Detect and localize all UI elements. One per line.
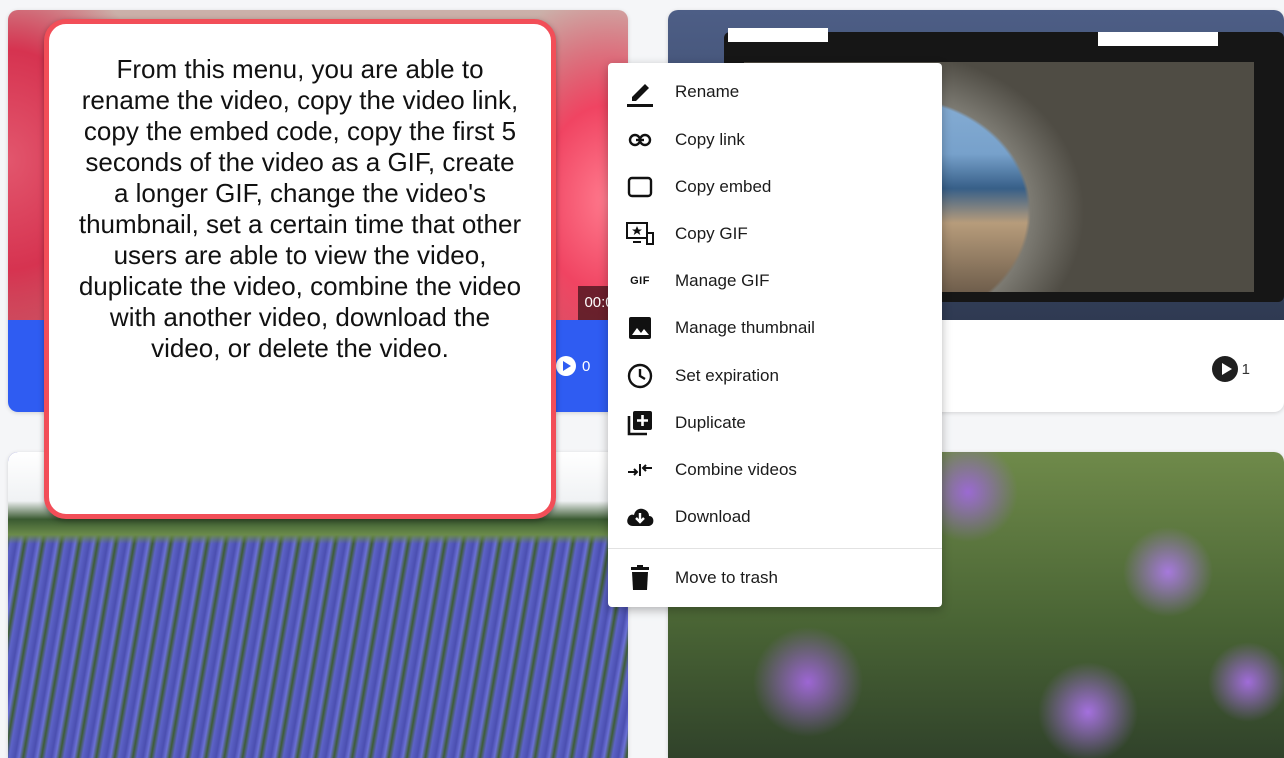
menu-item-rename[interactable]: Rename	[608, 68, 942, 115]
menu-item-manage-gif[interactable]: GIF Manage GIF	[608, 257, 942, 304]
combine-icon	[624, 454, 656, 486]
menu-item-duplicate[interactable]: Duplicate	[608, 399, 942, 446]
menu-item-download[interactable]: Download	[608, 493, 942, 540]
embed-icon	[624, 171, 656, 203]
menu-item-label: Manage GIF	[675, 270, 770, 290]
menu-item-label: Manage thumbnail	[675, 317, 815, 337]
menu-item-label: Rename	[675, 81, 740, 101]
view-count: 0	[556, 356, 590, 376]
callout-text: From this menu, you are able to rename t…	[78, 54, 522, 363]
pencil-icon	[624, 76, 656, 108]
clock-icon	[624, 360, 656, 392]
duplicate-icon	[624, 407, 656, 439]
menu-item-label: Download	[675, 506, 751, 526]
menu-item-label: Copy link	[675, 129, 745, 149]
menu-item-label: Combine videos	[675, 459, 797, 479]
menu-item-label: Set expiration	[675, 365, 779, 385]
menu-item-copy-link[interactable]: Copy link	[608, 116, 942, 163]
annotation-callout: From this menu, you are able to rename t…	[44, 19, 556, 519]
play-icon	[556, 356, 576, 376]
menu-item-copy-embed[interactable]: Copy embed	[608, 163, 942, 210]
image-icon	[624, 312, 656, 344]
trash-icon	[624, 562, 656, 594]
view-count: 1	[1211, 356, 1250, 382]
view-count-value: 1	[1241, 360, 1250, 378]
menu-item-set-expiration[interactable]: Set expiration	[608, 352, 942, 399]
cloud-download-icon	[624, 501, 656, 533]
ceiling-light	[1098, 32, 1218, 46]
menu-item-move-to-trash[interactable]: Move to trash	[608, 554, 942, 601]
menu-item-manage-thumbnail[interactable]: Manage thumbnail	[608, 304, 942, 351]
gif-icon: GIF	[630, 274, 650, 287]
ceiling-light	[728, 28, 828, 42]
gif-screen-icon	[624, 218, 656, 250]
menu-item-label: Move to trash	[675, 567, 778, 587]
view-count-value: 0	[582, 357, 591, 375]
menu-item-label: Copy embed	[675, 176, 772, 196]
link-icon	[624, 124, 656, 156]
menu-item-label: Duplicate	[675, 412, 746, 432]
play-icon	[1211, 356, 1238, 382]
menu-item-label: Copy GIF	[675, 223, 748, 243]
menu-divider	[608, 548, 942, 549]
menu-item-combine-videos[interactable]: Combine videos	[608, 446, 942, 493]
menu-item-copy-gif[interactable]: Copy GIF	[608, 210, 942, 257]
video-context-menu: Rename Copy link Copy embed Copy GIF GIF…	[608, 63, 942, 607]
